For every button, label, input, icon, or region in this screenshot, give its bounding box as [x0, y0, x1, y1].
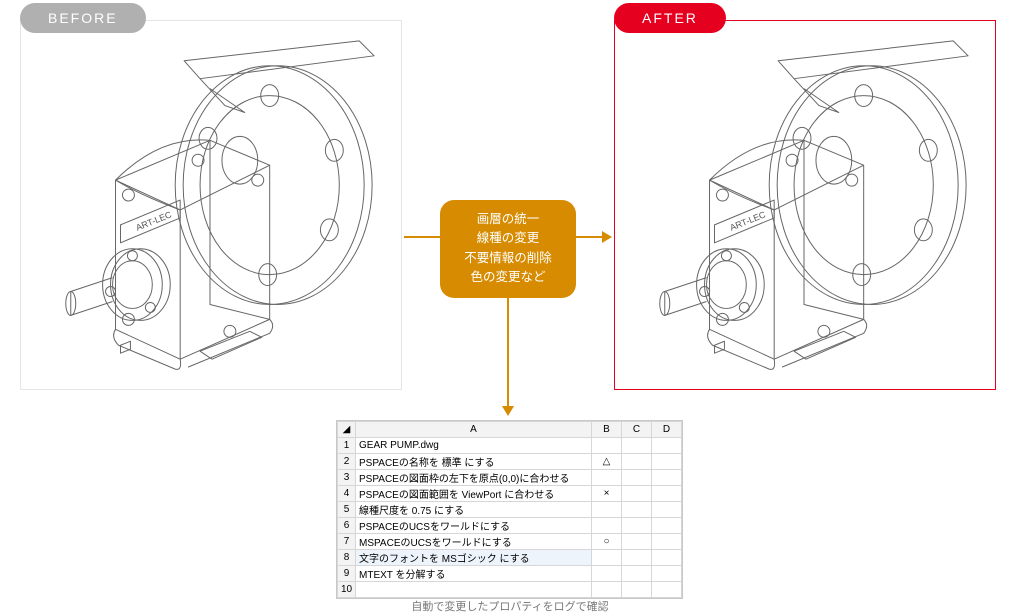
- before-panel: ART-LEC: [20, 20, 402, 390]
- table-row-selected: 8文字のフォントを MSゴシック にする: [338, 550, 682, 566]
- arrow-center-to-after-head: [602, 231, 612, 243]
- table-row: 10: [338, 582, 682, 598]
- col-header-a[interactable]: A: [356, 422, 592, 438]
- arrow-center-to-after-line: [576, 236, 604, 238]
- after-drawing: ART-LEC: [615, 21, 995, 389]
- table-row: 4PSPACEの図面範囲を ViewPort に合わせる×: [338, 486, 682, 502]
- transform-line-2: 線種の変更: [440, 229, 576, 248]
- table-row: 2PSPACEの名称を 標準 にする△: [338, 454, 682, 470]
- badge-after: AFTER: [614, 3, 726, 33]
- arrow-before-to-center: [404, 236, 440, 238]
- log-caption: 自動で変更したプロパティをログで確認: [0, 598, 1020, 614]
- transform-line-4: 色の変更など: [440, 268, 576, 287]
- log-spreadsheet: ◢ A B C D 1GEAR PUMP.dwg 2PSPACEの名称を 標準 …: [336, 420, 683, 599]
- col-header-c[interactable]: C: [622, 422, 652, 438]
- table-row: 9MTEXT を分解する: [338, 566, 682, 582]
- table-row: 6PSPACEのUCSをワールドにする: [338, 518, 682, 534]
- badge-before: BEFORE: [20, 3, 146, 33]
- table-row: 7MSPACEのUCSをワールドにする○: [338, 534, 682, 550]
- transform-line-3: 不要情報の削除: [440, 249, 576, 268]
- table-row: 1GEAR PUMP.dwg: [338, 438, 682, 454]
- arrow-center-down-line: [507, 278, 509, 408]
- before-drawing: ART-LEC: [21, 21, 401, 389]
- col-header-b[interactable]: B: [592, 422, 622, 438]
- table-row: 3PSPACEの図面枠の左下を原点(0,0)に合わせる: [338, 470, 682, 486]
- col-header-d[interactable]: D: [652, 422, 682, 438]
- after-panel: ART-LEC: [614, 20, 996, 390]
- transform-summary: 画層の統一 線種の変更 不要情報の削除 色の変更など: [440, 200, 576, 298]
- transform-line-1: 画層の統一: [440, 210, 576, 229]
- table-row: 5線種尺度を 0.75 にする: [338, 502, 682, 518]
- corner-cell[interactable]: ◢: [338, 422, 356, 438]
- arrow-center-down-head: [502, 406, 514, 416]
